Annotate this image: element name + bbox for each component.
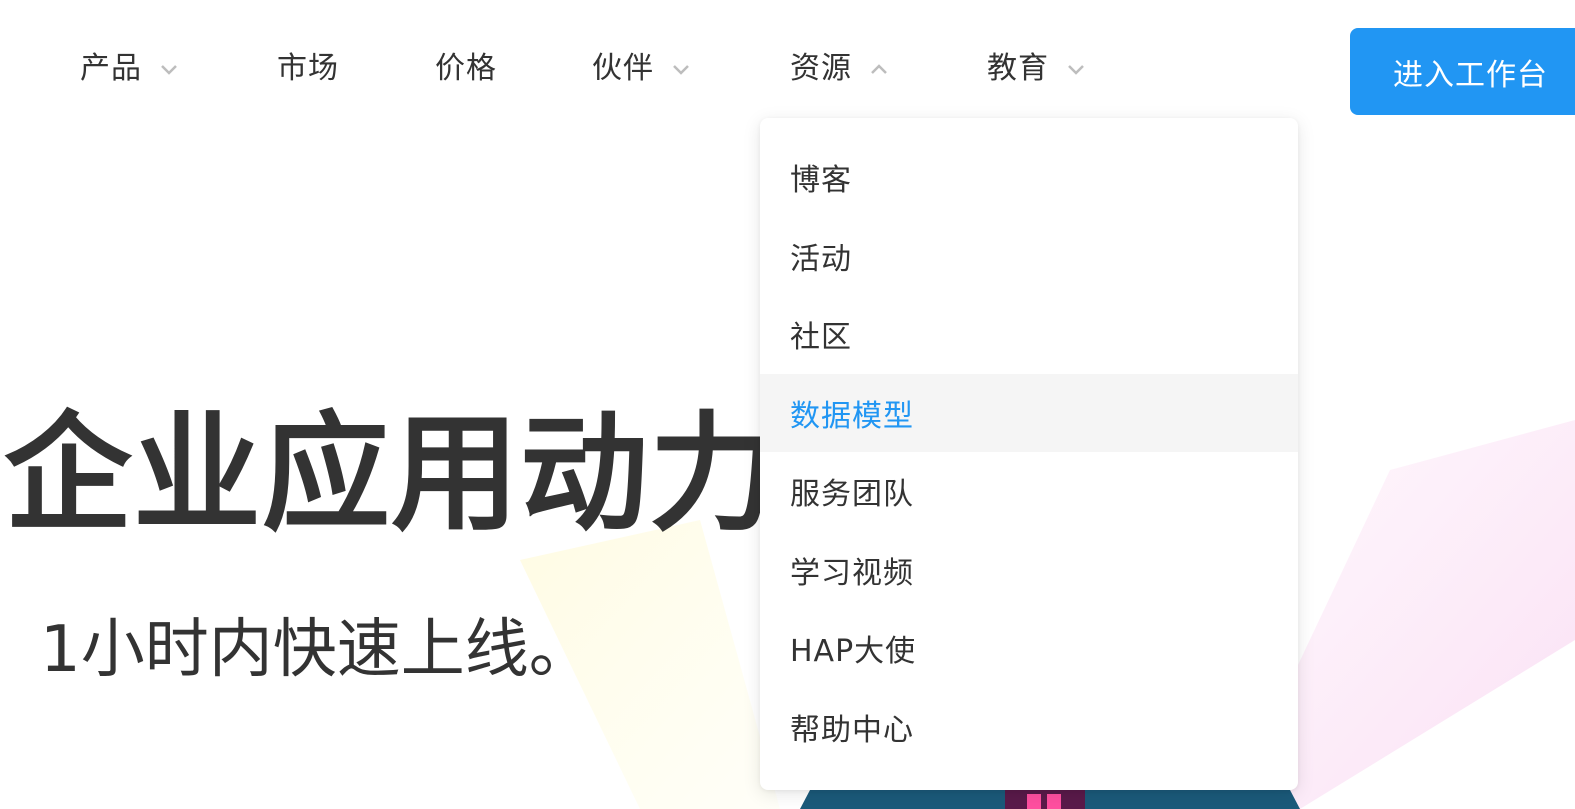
resources-dropdown-menu: 博客 活动 社区 数据模型 服务团队 学习视频 HAP大使 帮助中心 [760,118,1298,790]
nav-item-resources[interactable]: 资源 [790,44,890,94]
dropdown-item-community[interactable]: 社区 [760,295,1298,374]
chevron-down-icon [1065,58,1087,80]
dropdown-item-service-team[interactable]: 服务团队 [760,452,1298,531]
dropdown-item-blog[interactable]: 博客 [760,138,1298,217]
nav-label: 资源 [790,51,852,86]
nav-label: 市场 [277,51,339,86]
dropdown-item-help-center[interactable]: 帮助中心 [760,688,1298,767]
nav-item-education[interactable]: 教育 [987,44,1087,94]
nav-label: 产品 [80,51,142,86]
nav-label: 价格 [435,51,497,86]
top-navigation: 产品 市场 价格 伙伴 资源 教育 进入工作台 [0,0,1575,120]
chevron-up-icon [868,58,890,80]
chevron-down-icon [670,58,692,80]
dropdown-item-hap-ambassador[interactable]: HAP大使 [760,609,1298,688]
nav-item-market[interactable]: 市场 [277,44,339,94]
nav-item-partners[interactable]: 伙伴 [592,44,692,94]
chevron-down-icon [158,58,180,80]
hero-subtitle: 1小时内快速上线。 [40,613,593,687]
nav-item-pricing[interactable]: 价格 [435,44,497,94]
enter-workspace-button[interactable]: 进入工作台 [1350,28,1575,115]
nav-label: 教育 [987,51,1049,86]
nav-label: 伙伴 [592,51,654,86]
hero-illustration [800,790,1300,809]
dropdown-item-data-model[interactable]: 数据模型 [760,373,1298,452]
nav-item-products[interactable]: 产品 [80,44,180,94]
dropdown-item-learning-videos[interactable]: 学习视频 [760,531,1298,610]
dropdown-item-events[interactable]: 活动 [760,217,1298,296]
